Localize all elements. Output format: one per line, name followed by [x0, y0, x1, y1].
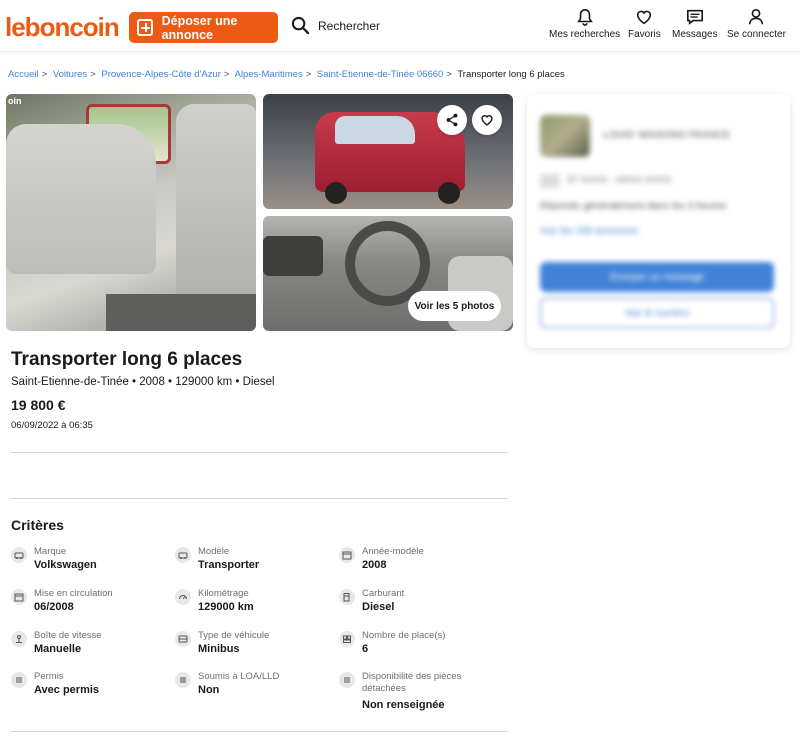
- gearbox-icon: [11, 631, 27, 647]
- breadcrumb-region[interactable]: Provence-Alpes-Côte d'Azur: [101, 69, 221, 80]
- breadcrumb-home[interactable]: Accueil: [8, 69, 39, 80]
- criterion-value: 6: [362, 643, 369, 655]
- photo-watermark: oin: [8, 96, 22, 106]
- seller-card: LOUIS' MAISONS FRANCE 07 XXXX - 0XXX XXX…: [527, 94, 790, 348]
- breadcrumb-current: Transporter long 6 places: [457, 69, 565, 80]
- nav-label: Messages: [672, 29, 718, 40]
- divider: [11, 452, 508, 453]
- criterion-label: Mise en circulation: [34, 588, 113, 599]
- calendar-icon: [339, 547, 355, 563]
- list-icon: [11, 672, 27, 688]
- main-photo[interactable]: oin: [6, 94, 256, 331]
- nav-messages[interactable]: Messages: [672, 8, 718, 40]
- ad-subtitle: Saint-Etienne-de-Tinée • 2008 • 129000 k…: [11, 376, 275, 388]
- nav-saved-searches[interactable]: Mes recherches: [549, 8, 620, 40]
- nav-label: Mes recherches: [549, 29, 621, 40]
- breadcrumb-category[interactable]: Voitures: [53, 69, 87, 80]
- criterion-label: Type de véhicule: [198, 630, 270, 641]
- photo-floor: [106, 294, 256, 331]
- favorite-button[interactable]: [472, 105, 502, 135]
- nav-login[interactable]: Se connecter: [727, 8, 786, 40]
- criterion-label: Année-modèle: [362, 546, 424, 557]
- divider: [11, 731, 508, 732]
- criterion-value: Non: [198, 684, 220, 696]
- car-icon: [175, 547, 191, 563]
- photo-van-wheel: [325, 182, 347, 204]
- bell-icon: [576, 8, 593, 26]
- calendar-icon: [11, 589, 27, 605]
- send-message-button[interactable]: Envoyer un message: [540, 262, 774, 292]
- breadcrumb: Accueil > Voitures > Provence-Alpes-Côte d…: [8, 69, 565, 80]
- seller-response-time: Répondu généralement dans les 3 heures: [540, 201, 727, 212]
- criterion-label: Disponibilité des pièces détachées: [362, 671, 462, 694]
- photo-dash-vent: [263, 236, 323, 276]
- search-button[interactable]: Rechercher: [291, 16, 380, 35]
- criterion-label: Marque: [34, 546, 67, 557]
- plus-icon: [137, 19, 153, 36]
- leboncoin-logo[interactable]: leboncoin: [5, 12, 120, 42]
- photo-van-wheel: [438, 182, 460, 204]
- criterion-label: Soumis à LOA/LLD: [198, 671, 280, 682]
- ad-price: 19 800 €: [11, 397, 66, 413]
- search-label: Rechercher: [318, 18, 381, 33]
- post-ad-label: Déposer une annonce: [161, 13, 238, 42]
- seller-badge: [540, 174, 560, 188]
- criterion-label: Boîte de vitesse: [34, 630, 102, 641]
- seller-name[interactable]: LOUIS' MAISONS FRANCE: [603, 130, 730, 141]
- seller-phone: 07 XXXX - 0XXX XXXX: [567, 175, 672, 186]
- seller-ads-link[interactable]: Voir les 158 annonces: [540, 226, 638, 237]
- car-icon: [11, 547, 27, 563]
- criterion-value: 129000 km: [198, 601, 254, 613]
- top-header: leboncoin Déposer une annonce Rechercher…: [0, 0, 800, 52]
- heart-icon: [637, 10, 652, 25]
- message-icon: [686, 9, 703, 25]
- ad-date: 06/09/2022 à 06:35: [11, 420, 93, 431]
- criterion-value: Non renseignée: [362, 699, 445, 711]
- nav-label: Favoris: [628, 29, 661, 40]
- see-all-photos-button[interactable]: Voir les 5 photos: [408, 291, 501, 321]
- photo-bench: [6, 124, 156, 274]
- criterion-value: Minibus: [198, 643, 240, 655]
- post-ad-button[interactable]: Déposer une annonce: [129, 12, 278, 43]
- user-icon: [749, 8, 764, 25]
- criterion-value: Volkswagen: [34, 559, 97, 571]
- heart-icon: [481, 115, 493, 126]
- seller-avatar[interactable]: [540, 115, 590, 157]
- criterion-label: Modèle: [198, 546, 230, 557]
- divider: [11, 498, 508, 499]
- vehicle-icon: [175, 631, 191, 647]
- list-icon: [339, 672, 355, 688]
- fuel-icon: [339, 589, 355, 605]
- share-button[interactable]: [437, 105, 467, 135]
- criterion-label: Kilométrage: [198, 588, 249, 599]
- criterion-label: Nombre de place(s): [362, 630, 446, 641]
- breadcrumb-city[interactable]: Saint-Etienne-de-Tinée 06660: [317, 69, 443, 80]
- photo-seat: [176, 104, 256, 304]
- criterion-value: Avec permis: [34, 684, 100, 696]
- criterion-value: Manuelle: [34, 643, 82, 655]
- criterion-value: 06/2008: [34, 601, 74, 613]
- photo-van-windshield: [335, 116, 415, 144]
- criterion-value: Transporter: [198, 559, 260, 571]
- nav-label: Se connecter: [727, 29, 786, 40]
- list-icon: [175, 672, 191, 688]
- seat-icon: [339, 631, 355, 647]
- criterion-value: Diesel: [362, 601, 395, 613]
- show-number-button[interactable]: Voir le numéro: [540, 298, 774, 328]
- search-icon: [291, 16, 310, 35]
- criterion-label: Permis: [34, 671, 64, 682]
- criteria-title: Critères: [11, 517, 64, 533]
- criterion-label: Carburant: [362, 588, 405, 599]
- share-icon: [446, 113, 458, 127]
- speedometer-icon: [175, 589, 191, 605]
- ad-title: Transporter long 6 places: [11, 349, 243, 370]
- criterion-value: 2008: [362, 559, 387, 571]
- nav-favorites[interactable]: Favoris: [628, 8, 661, 40]
- breadcrumb-department[interactable]: Alpes-Maritimes: [235, 69, 303, 80]
